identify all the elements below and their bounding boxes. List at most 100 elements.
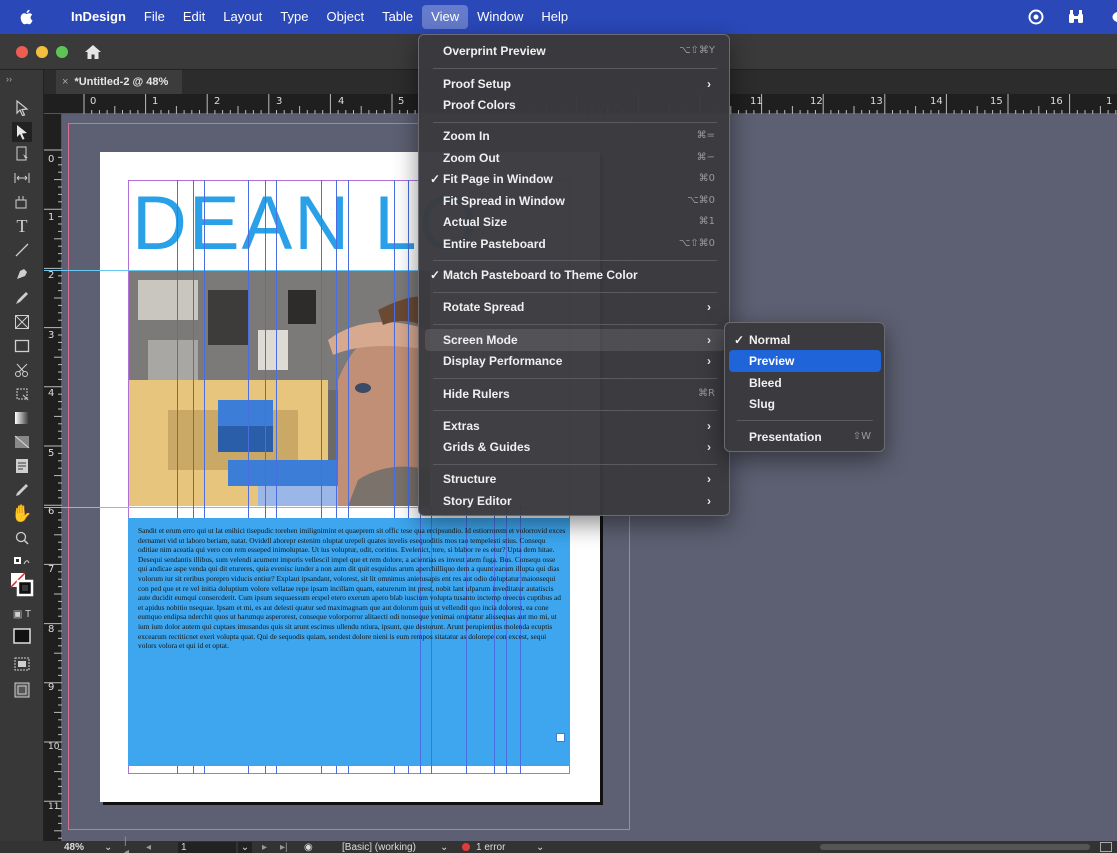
content-collector-tool-icon[interactable]: [12, 192, 32, 212]
apple-logo-icon[interactable]: [18, 8, 36, 26]
submenu-item-preview[interactable]: Preview: [729, 350, 881, 372]
ruler-label: 4: [338, 96, 345, 107]
document-tab[interactable]: × *Untitled-2 @ 48%: [56, 70, 183, 94]
submenu-item-normal[interactable]: ✓ Normal: [729, 329, 881, 351]
panel-toggle-icon[interactable]: [1100, 842, 1112, 852]
menu-item-entire-pasteboard[interactable]: Entire Pasteboard ⌥⇧⌘0: [425, 233, 725, 255]
menu-item-label: Presentation: [749, 430, 822, 444]
body-text[interactable]: Sandit et erum erro qui ut lat enihici t…: [138, 526, 566, 748]
menu-separator: [433, 260, 717, 261]
gap-tool-icon[interactable]: [12, 168, 32, 188]
menu-type[interactable]: Type: [271, 5, 317, 29]
preflight-dropdown-icon[interactable]: ⌄: [440, 842, 448, 853]
menu-item-match-pasteboard-theme[interactable]: ✓ Match Pasteboard to Theme Color: [425, 264, 725, 286]
menu-item-proof-colors[interactable]: Proof Colors: [425, 94, 725, 116]
submenu-item-slug[interactable]: Slug: [729, 393, 881, 415]
shortcut: ⌘0: [698, 173, 715, 184]
selection-tool-icon[interactable]: [12, 98, 32, 118]
type-tool-icon[interactable]: T: [12, 216, 32, 236]
view-mode-icon[interactable]: [12, 654, 32, 674]
home-icon[interactable]: [84, 43, 102, 61]
swap-fill-stroke-icon[interactable]: [12, 552, 32, 572]
menu-separator: [433, 324, 717, 325]
menu-view[interactable]: View: [422, 5, 469, 29]
last-page-icon[interactable]: ▸|: [280, 842, 288, 853]
note-tool-icon[interactable]: [12, 456, 32, 476]
first-page-icon[interactable]: |◂: [124, 836, 129, 853]
menu-window[interactable]: Window: [468, 5, 532, 29]
zoom-tool-icon[interactable]: [12, 528, 32, 548]
eyedropper-tool-icon[interactable]: [12, 480, 32, 500]
rectangle-tool-icon[interactable]: [12, 336, 32, 356]
direct-selection-tool-icon[interactable]: [12, 122, 32, 142]
gradient-swatch-tool-icon[interactable]: [12, 408, 32, 428]
menu-item-zoom-in[interactable]: Zoom In ⌘=: [425, 125, 725, 147]
menu-table[interactable]: Table: [373, 5, 422, 29]
page-dropdown-icon[interactable]: ⌄: [238, 841, 252, 853]
menu-item-fit-page-in-window[interactable]: ✓ Fit Page in Window ⌘0: [425, 168, 725, 190]
menu-item-actual-size[interactable]: Actual Size ⌘1: [425, 211, 725, 233]
close-window-button[interactable]: [16, 46, 28, 58]
menu-item-rotate-spread[interactable]: Rotate Spread ›: [425, 296, 725, 318]
text-frame-out-port[interactable]: [556, 733, 565, 742]
minimize-window-button[interactable]: [36, 46, 48, 58]
menu-item-screen-mode[interactable]: Screen Mode ›: [425, 329, 725, 351]
previous-page-icon[interactable]: ◂: [146, 842, 151, 853]
submenu-arrow-icon: ›: [707, 472, 711, 486]
horizontal-scrollbar[interactable]: [820, 844, 1090, 850]
ruler-label: 10: [48, 742, 60, 752]
next-page-icon[interactable]: ▸: [262, 842, 267, 853]
formatting-container-text-icon[interactable]: ▣ T: [12, 604, 32, 624]
pen-tool-icon[interactable]: [12, 264, 32, 284]
menu-item-fit-spread-in-window[interactable]: Fit Spread in Window ⌥⌘0: [425, 190, 725, 212]
menu-item-extras[interactable]: Extras ›: [425, 415, 725, 437]
zoom-dropdown-icon[interactable]: ⌄: [104, 842, 112, 853]
menu-item-zoom-out[interactable]: Zoom Out ⌘−: [425, 147, 725, 169]
binoculars-icon[interactable]: [1067, 8, 1085, 26]
free-transform-tool-icon[interactable]: [12, 384, 32, 404]
gradient-feather-tool-icon[interactable]: [12, 432, 32, 452]
submenu-item-bleed[interactable]: Bleed: [729, 372, 881, 394]
menu-layout[interactable]: Layout: [214, 5, 271, 29]
menu-item-story-editor[interactable]: Story Editor ›: [425, 490, 725, 512]
error-dropdown-icon[interactable]: ⌄: [536, 842, 544, 853]
menu-item-display-performance[interactable]: Display Performance ›: [425, 350, 725, 372]
menu-item-label: Bleed: [749, 376, 782, 390]
creative-cloud-icon[interactable]: [1027, 8, 1045, 26]
apply-color-icon[interactable]: [12, 626, 32, 646]
page-number-field[interactable]: 1: [178, 841, 236, 853]
menubar-extra-icon[interactable]: [1107, 8, 1117, 26]
menu-file[interactable]: File: [135, 5, 174, 29]
pencil-tool-icon[interactable]: [12, 288, 32, 308]
fill-stroke-swatch-icon[interactable]: [10, 572, 34, 598]
panel-collapse-icon[interactable]: ››: [6, 74, 12, 84]
close-tab-icon[interactable]: ×: [62, 76, 68, 88]
menu-help[interactable]: Help: [532, 5, 577, 29]
macos-menu-bar: InDesign File Edit Layout Type Object Ta…: [0, 0, 1117, 34]
preflight-profile[interactable]: [Basic] (working): [342, 842, 438, 853]
menu-app-indesign[interactable]: InDesign: [62, 5, 135, 29]
page-tool-icon[interactable]: [12, 144, 32, 164]
shortcut: ⇧W: [852, 431, 871, 442]
hand-tool-icon[interactable]: ✋: [11, 504, 32, 524]
ruler-label: 1: [152, 96, 159, 107]
menu-object[interactable]: Object: [318, 5, 374, 29]
screen-mode-icon[interactable]: [12, 680, 32, 700]
shortcut: ⌘=: [696, 130, 715, 141]
zoom-level[interactable]: 48%: [64, 842, 84, 853]
vertical-ruler[interactable]: 0 1 2 3 4 5 6 7 8 9 10 11: [44, 114, 62, 841]
rectangle-frame-tool-icon[interactable]: [12, 312, 32, 332]
menu-item-grids-guides[interactable]: Grids & Guides ›: [425, 436, 725, 458]
preflight-icon[interactable]: ◉: [304, 842, 313, 853]
menu-item-proof-setup[interactable]: Proof Setup ›: [425, 73, 725, 95]
menu-separator: [433, 68, 717, 69]
menu-item-overprint-preview[interactable]: Overprint Preview ⌥⇧⌘Y: [425, 40, 725, 62]
submenu-item-presentation[interactable]: Presentation ⇧W: [729, 426, 881, 448]
menu-edit[interactable]: Edit: [174, 5, 214, 29]
line-tool-icon[interactable]: [12, 240, 32, 260]
menu-item-hide-rulers[interactable]: Hide Rulers ⌘R: [425, 383, 725, 405]
scissors-tool-icon[interactable]: [12, 360, 32, 380]
zoom-window-button[interactable]: [56, 46, 68, 58]
error-count[interactable]: 1 error: [476, 842, 526, 853]
menu-item-structure[interactable]: Structure ›: [425, 468, 725, 490]
